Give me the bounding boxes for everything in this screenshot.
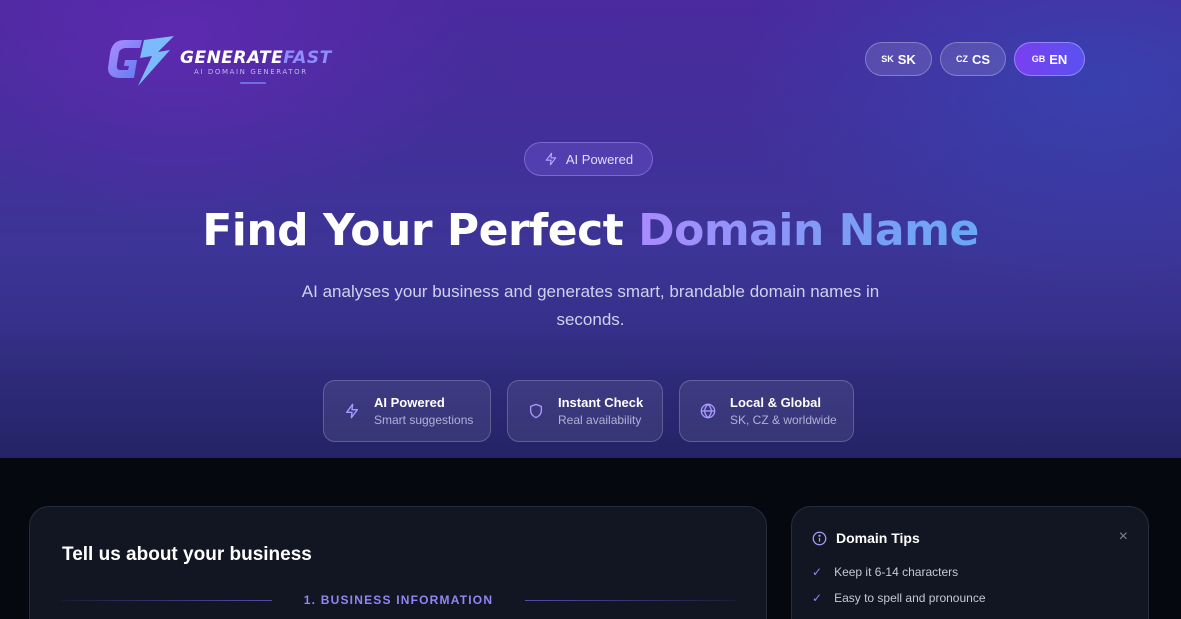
tips-header: Domain Tips [812, 530, 920, 546]
logo-mark-icon [108, 36, 174, 86]
page-title: Find Your Perfect Domain Name [202, 205, 979, 256]
language-label: EN [1049, 51, 1068, 67]
language-button-sk[interactable]: SK SK [865, 42, 932, 76]
feature-subtitle: Smart suggestions [374, 413, 474, 427]
info-icon [812, 531, 827, 545]
language-button-cs[interactable]: CZ CS [940, 42, 1006, 76]
hero-subtitle: AI analyses your business and generates … [301, 282, 880, 329]
language-button-en[interactable]: GB EN [1014, 42, 1085, 76]
flag-cz-icon: CZ [955, 54, 968, 64]
logo-underline [240, 82, 266, 84]
tip-item: ✓ Easy to spell and pronounce [812, 591, 986, 605]
form-title: Tell us about your business [62, 544, 312, 565]
check-icon: ✓ [812, 565, 823, 579]
lightning-icon [545, 152, 557, 166]
badge-label: AI Powered [565, 151, 634, 167]
section-divider-left [62, 600, 272, 601]
section-label: 1. BUSINESS INFORMATION [303, 593, 494, 607]
ai-powered-badge: AI Powered [524, 142, 653, 176]
title-highlight: Domain Name [638, 205, 979, 256]
logo-tagline: AI DOMAIN GENERATOR [194, 68, 308, 76]
flag-gb-icon: GB [1031, 54, 1046, 64]
domain-tips-card: Domain Tips × ✓ Keep it 6-14 characters … [791, 506, 1149, 619]
tip-item: ✓ Keep it 6-14 characters [812, 565, 958, 579]
feature-title: Instant Check [558, 395, 644, 410]
flag-sk-icon: SK [881, 54, 894, 64]
tips-title: Domain Tips [836, 530, 920, 546]
lightning-icon [346, 403, 358, 419]
feature-subtitle: SK, CZ & worldwide [730, 413, 837, 427]
globe-icon [700, 403, 716, 419]
feature-subtitle: Real availability [558, 413, 642, 427]
feature-title: Local & Global [730, 395, 822, 410]
logo-wordmark: GENERATEFAST [180, 48, 332, 68]
check-icon: ✓ [812, 591, 823, 605]
feature-card-check: Instant Check Real availability [507, 380, 663, 442]
section-divider-right [525, 600, 736, 601]
business-form-card: Tell us about your business 1. BUSINESS … [29, 506, 767, 619]
tip-text: Keep it 6-14 characters [834, 565, 959, 579]
close-icon[interactable]: × [1119, 528, 1128, 546]
shield-icon [530, 403, 542, 419]
tip-text: Easy to spell and pronounce [834, 591, 986, 605]
feature-title: AI Powered [374, 395, 445, 410]
logo[interactable]: GENERATEFAST AI DOMAIN GENERATOR [108, 34, 331, 88]
feature-card-global: Local & Global SK, CZ & worldwide [679, 380, 854, 442]
feature-card-ai: AI Powered Smart suggestions [323, 380, 491, 442]
language-label: CS [971, 51, 991, 67]
hero-section: GENERATEFAST AI DOMAIN GENERATOR SK SK C… [0, 0, 1181, 458]
language-label: SK [897, 51, 916, 67]
